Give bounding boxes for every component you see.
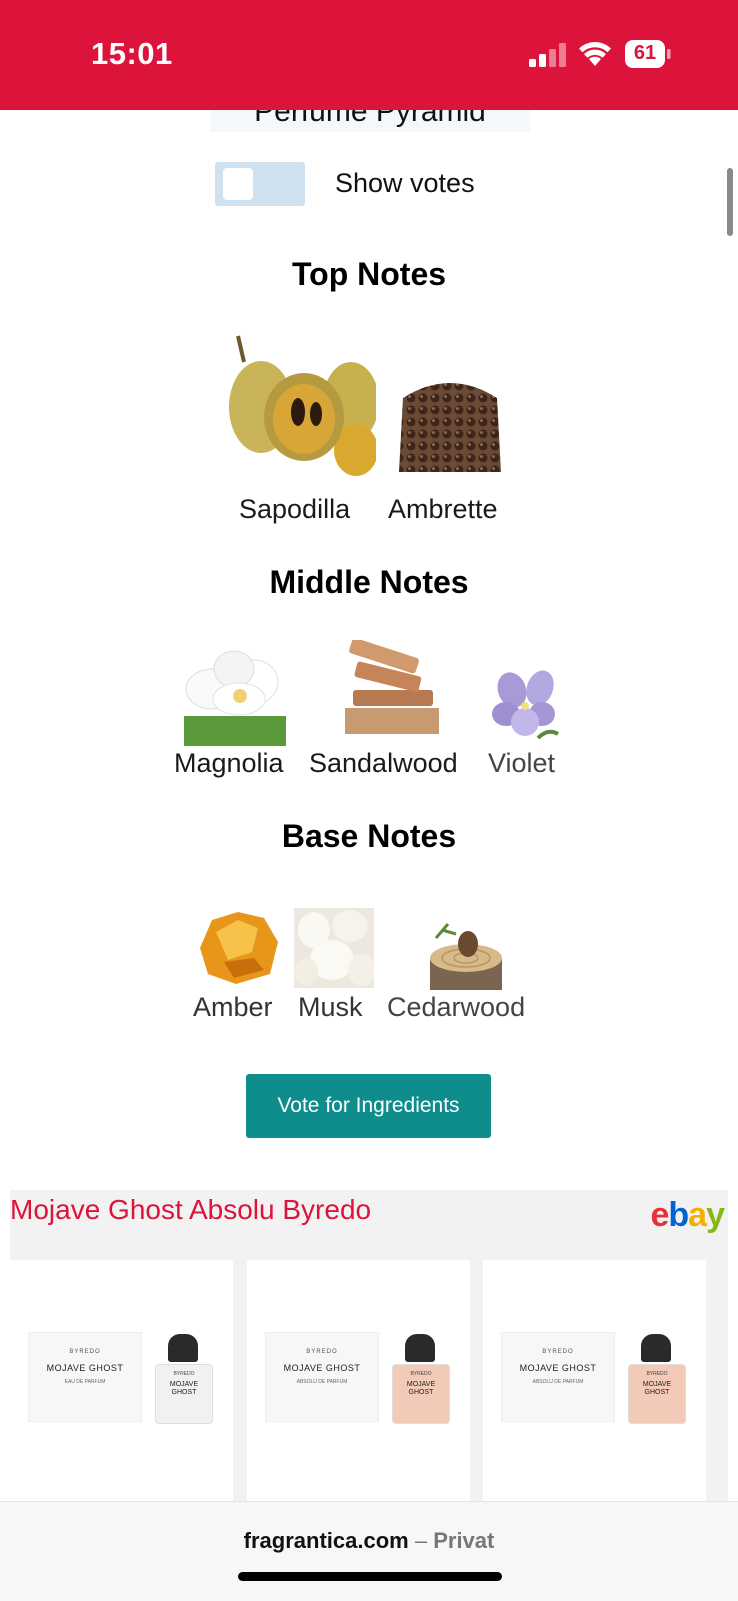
vote-for-ingredients-button[interactable]: Vote for Ingredients bbox=[246, 1074, 491, 1138]
browser-address-bar[interactable]: fragrantica.com – Privat bbox=[0, 1501, 738, 1601]
middle-notes-heading: Middle Notes bbox=[269, 564, 469, 600]
ebay-logo-letter: e bbox=[650, 1196, 669, 1234]
status-bar: 15:01 61 bbox=[0, 0, 738, 110]
note-magnolia[interactable] bbox=[184, 644, 286, 746]
bottle-cap bbox=[168, 1334, 198, 1362]
musk-image bbox=[294, 908, 376, 988]
url-domain: fragrantica.com bbox=[243, 1528, 409, 1553]
note-amber[interactable] bbox=[194, 908, 280, 988]
product-box-name: MOJAVE GHOST bbox=[46, 1363, 124, 1373]
product-box-sub: ABSOLU DE PARFUM bbox=[296, 1379, 348, 1385]
cedarwood-image bbox=[430, 923, 502, 990]
top-notes-heading: Top Notes bbox=[291, 256, 447, 292]
show-votes-label: Show votes bbox=[335, 168, 475, 198]
amber-image bbox=[200, 912, 278, 984]
sandalwood-image bbox=[345, 638, 439, 734]
bottle-label-brand: BYREDO bbox=[173, 1371, 195, 1377]
product-box: BYREDO MOJAVE GHOST EAU DE PARFUM bbox=[28, 1332, 142, 1422]
product-box: BYREDO MOJAVE GHOST ABSOLU DE PARFUM bbox=[501, 1332, 615, 1422]
bottle-label-brand: BYREDO bbox=[646, 1371, 668, 1377]
note-label-cedarwood: Cedarwood bbox=[387, 992, 526, 1022]
product-box-brand: BYREDO bbox=[69, 1349, 101, 1355]
bottle-label-name: MOJAVE GHOST bbox=[642, 1381, 672, 1396]
product-box-name: MOJAVE GHOST bbox=[519, 1363, 597, 1373]
url-display[interactable]: fragrantica.com – Privat bbox=[0, 1528, 738, 1554]
note-label-magnolia: Magnolia bbox=[174, 748, 284, 778]
show-votes-toggle[interactable] bbox=[215, 162, 305, 206]
ebay-logo-letter: y bbox=[706, 1196, 725, 1234]
sapodilla-image bbox=[229, 335, 379, 476]
bottle-label-brand: BYREDO bbox=[410, 1371, 432, 1377]
ebay-product-card[interactable]: BYREDO MOJAVE GHOST EAU DE PARFUM BYREDO MOJ… bbox=[10, 1260, 233, 1501]
perfume-pyramid-title: Perfume Pyramid bbox=[210, 110, 530, 132]
note-label-amber: Amber bbox=[193, 992, 273, 1022]
product-box-sub: ABSOLU DE PARFUM bbox=[532, 1379, 584, 1385]
bottle-cap bbox=[641, 1334, 671, 1362]
ebay-logo-letter: b bbox=[668, 1196, 689, 1234]
bottle-label-name: MOJAVE GHOST bbox=[406, 1381, 436, 1396]
note-label-ambrette: Ambrette bbox=[388, 494, 498, 524]
violet-image bbox=[492, 670, 560, 740]
product-box-sub: EAU DE PARFUM bbox=[64, 1379, 106, 1385]
note-violet[interactable] bbox=[488, 668, 562, 742]
note-sandalwood[interactable] bbox=[345, 638, 439, 734]
ebay-product-card[interactable]: BYREDO MOJAVE GHOST ABSOLU DE PARFUM BYREDO… bbox=[247, 1260, 470, 1501]
magnolia-image bbox=[184, 650, 286, 746]
note-label-sandalwood: Sandalwood bbox=[309, 748, 458, 778]
cellular-signal-icon bbox=[529, 43, 566, 67]
product-bottle: BYREDO MOJAVE GHOST bbox=[155, 1334, 213, 1424]
ebay-listing-panel: Mojave Ghost Absolu Byredo ebay BYREDO MO… bbox=[10, 1190, 728, 1501]
battery-icon: 61 bbox=[625, 40, 671, 68]
home-indicator[interactable] bbox=[238, 1572, 502, 1581]
toggle-knob bbox=[223, 168, 253, 200]
bottle-label-name: MOJAVE GHOST bbox=[169, 1381, 199, 1396]
product-box-name: MOJAVE GHOST bbox=[283, 1363, 361, 1373]
url-separator: – bbox=[414, 1528, 428, 1553]
note-sapodilla[interactable] bbox=[226, 332, 379, 482]
note-cedarwood[interactable] bbox=[426, 916, 506, 996]
battery-level: 61 bbox=[633, 42, 657, 64]
bottle-body: BYREDO MOJAVE GHOST bbox=[628, 1364, 686, 1424]
base-notes-heading: Base Notes bbox=[281, 818, 457, 854]
private-mode-label: Privat bbox=[433, 1528, 495, 1553]
ambrette-image bbox=[399, 383, 501, 472]
page-content: Perfume Pyramid Show votes Top Notes Sap… bbox=[0, 110, 738, 1501]
note-label-musk: Musk bbox=[298, 992, 363, 1022]
note-musk[interactable] bbox=[294, 908, 376, 988]
ebay-logo-letter: a bbox=[688, 1196, 707, 1234]
status-time: 15:01 bbox=[91, 36, 173, 71]
product-bottle: BYREDO MOJAVE GHOST bbox=[392, 1334, 450, 1424]
product-box-brand: BYREDO bbox=[306, 1349, 338, 1355]
note-ambrette[interactable] bbox=[393, 368, 507, 482]
scrollbar-thumb[interactable] bbox=[727, 168, 733, 236]
bottle-body: BYREDO MOJAVE GHOST bbox=[155, 1364, 213, 1424]
bottle-cap bbox=[405, 1334, 435, 1362]
ebay-search-title[interactable]: Mojave Ghost Absolu Byredo bbox=[10, 1194, 371, 1226]
ebay-logo[interactable]: ebay bbox=[650, 1196, 725, 1235]
note-label-sapodilla: Sapodilla bbox=[239, 494, 351, 524]
wifi-icon bbox=[579, 42, 611, 66]
ebay-product-card[interactable]: BYREDO MOJAVE GHOST ABSOLU DE PARFUM BYREDO… bbox=[483, 1260, 706, 1501]
product-box-brand: BYREDO bbox=[542, 1349, 574, 1355]
product-box: BYREDO MOJAVE GHOST ABSOLU DE PARFUM bbox=[265, 1332, 379, 1422]
product-bottle: BYREDO MOJAVE GHOST bbox=[628, 1334, 686, 1424]
note-label-violet: Violet bbox=[488, 748, 556, 778]
bottle-body: BYREDO MOJAVE GHOST bbox=[392, 1364, 450, 1424]
